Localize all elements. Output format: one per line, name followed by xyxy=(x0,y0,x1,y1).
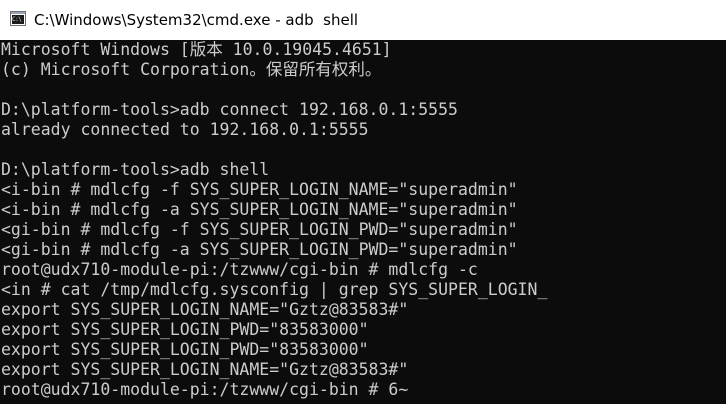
cmd-window: C:\ C:\Windows\System32\cmd.exe - adb sh… xyxy=(0,0,726,404)
console-line: root@udx710-module-pi:/tzwww/cgi-bin # 6… xyxy=(1,380,409,399)
console-line: export SYS_SUPER_LOGIN_NAME="Gztz@83583#… xyxy=(1,360,409,379)
console-line: D:\platform-tools>adb connect 192.168.0.… xyxy=(1,100,458,119)
console-line: <gi-bin # mdlcfg -f SYS_SUPER_LOGIN_PWD=… xyxy=(1,220,518,239)
console-line: <i-bin # mdlcfg -a SYS_SUPER_LOGIN_NAME=… xyxy=(1,200,518,219)
console-line: export SYS_SUPER_LOGIN_PWD="83583000" xyxy=(1,320,369,339)
console-line: D:\platform-tools>adb shell xyxy=(1,160,270,179)
console-line: (c) Microsoft Corporation。保留所有权利。 xyxy=(1,60,382,79)
console-line: export SYS_SUPER_LOGIN_PWD="83583000" xyxy=(1,340,369,359)
console-line: Microsoft Windows [版本 10.0.19045.4651] xyxy=(1,40,392,59)
console-line: export SYS_SUPER_LOGIN_NAME="Gztz@83583#… xyxy=(1,300,409,319)
console-output[interactable]: Microsoft Windows [版本 10.0.19045.4651] (c… xyxy=(0,40,726,404)
cmd-icon-bar xyxy=(11,12,25,14)
console-line: <i-bin # mdlcfg -f SYS_SUPER_LOGIN_NAME=… xyxy=(1,180,518,199)
console-line: already connected to 192.168.0.1:5555 xyxy=(1,120,369,139)
cmd-icon-screen: C:\ xyxy=(12,15,24,24)
console-line: <gi-bin # mdlcfg -a SYS_SUPER_LOGIN_PWD=… xyxy=(1,240,518,259)
console-line: root@udx710-module-pi:/tzwww/cgi-bin # m… xyxy=(1,260,478,279)
window-title: C:\Windows\System32\cmd.exe - adb shell xyxy=(34,11,359,29)
console-line: <in # cat /tmp/mdlcfg.sysconfig | grep S… xyxy=(1,280,548,299)
title-bar[interactable]: C:\ C:\Windows\System32\cmd.exe - adb sh… xyxy=(0,0,726,40)
cmd-icon: C:\ xyxy=(10,11,26,26)
